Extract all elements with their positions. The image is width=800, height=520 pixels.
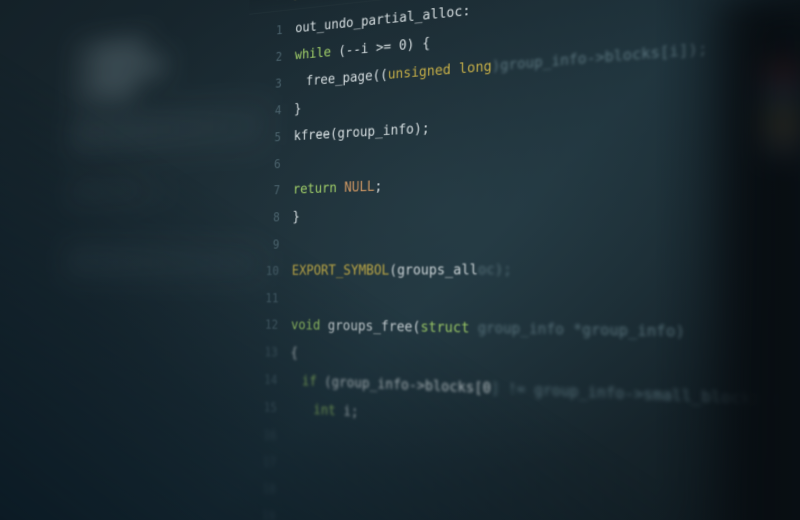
editor-screen: groups_alloc = ... JS Targetver.js JS He… bbox=[0, 0, 800, 520]
code-text: return NULL; bbox=[293, 174, 383, 204]
code-text: } bbox=[292, 205, 300, 232]
code-text: EXPORT_SYMBOL(groups_alloc); bbox=[292, 257, 512, 286]
line-number: 12 bbox=[244, 311, 292, 338]
line-number: 1 bbox=[249, 16, 296, 46]
line-number: 8 bbox=[245, 204, 292, 231]
line-number: 2 bbox=[248, 42, 295, 72]
line-number: 11 bbox=[244, 285, 291, 312]
code-text: void groups_free(struct group_info *grou… bbox=[291, 313, 685, 349]
code-text: { bbox=[290, 340, 298, 367]
line-number: 5 bbox=[247, 123, 294, 152]
right-bezel-blur bbox=[700, 0, 800, 520]
line-number: 16 bbox=[242, 420, 290, 450]
line-number: 7 bbox=[246, 176, 293, 204]
line-number: 18 bbox=[241, 473, 289, 504]
line-number: 17 bbox=[241, 447, 289, 477]
line-number: 9 bbox=[245, 231, 292, 258]
line-number: 14 bbox=[243, 366, 291, 394]
line-number: 19 bbox=[240, 500, 288, 520]
line-number: 6 bbox=[246, 150, 293, 178]
line-number: 10 bbox=[245, 258, 292, 285]
line-number: 4 bbox=[247, 96, 294, 125]
line-number: 3 bbox=[248, 69, 295, 98]
code-text: int i; bbox=[290, 396, 359, 427]
code-text: } bbox=[294, 97, 302, 124]
line-number: 13 bbox=[243, 338, 291, 366]
line-number: 15 bbox=[242, 393, 290, 422]
